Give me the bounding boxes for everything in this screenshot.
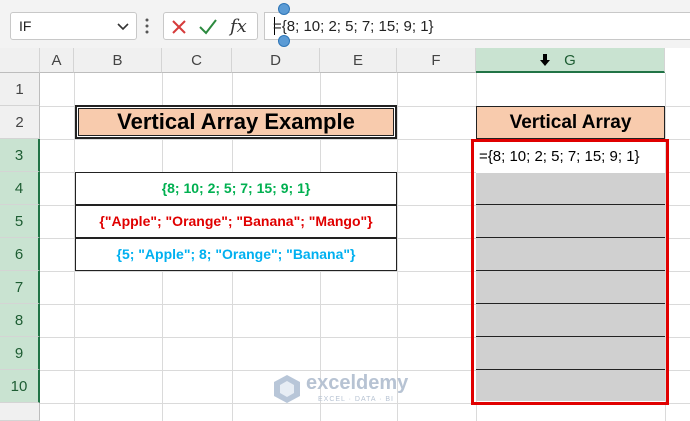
column-header-e[interactable]: E xyxy=(320,48,397,73)
formula-text: ={8; 10; 2; 5; 7; 15; 9; 1} xyxy=(273,18,434,35)
example-array-numbers[interactable]: {8; 10; 2; 5; 7; 15; 9; 1} xyxy=(75,172,397,205)
row-header-9[interactable]: 9 xyxy=(0,337,40,370)
title-cell[interactable]: Vertical Array Example xyxy=(75,105,397,139)
fx-button[interactable]: fx xyxy=(230,16,247,37)
arrow-down-icon xyxy=(540,54,550,66)
column-header-d[interactable]: D xyxy=(232,48,320,73)
check-icon[interactable] xyxy=(198,18,218,36)
more-options-icon[interactable] xyxy=(143,16,151,36)
column-header-b[interactable]: B xyxy=(74,48,162,73)
row-header-2[interactable]: 2 xyxy=(0,106,40,139)
row-header-8[interactable]: 8 xyxy=(0,304,40,337)
formula-buttons: fx xyxy=(163,12,258,40)
chevron-down-icon[interactable] xyxy=(116,21,130,33)
example-array-fruits[interactable]: {"Apple"; "Orange"; "Banana"; "Mango"} xyxy=(75,205,397,238)
selection-handle-top[interactable] xyxy=(278,3,290,15)
row-header-1[interactable]: 1 xyxy=(0,73,40,106)
select-all-corner[interactable] xyxy=(0,48,40,73)
formula-bar-area: IF fx ={8; 10; 2; 5; 7; 15; 9; 1} xyxy=(0,0,690,48)
row-header-7[interactable]: 7 xyxy=(0,271,40,304)
example-array-mixed[interactable]: {5; "Apple"; 8; "Orange"; "Banana"} xyxy=(75,238,397,271)
row-header-3[interactable]: 3 xyxy=(0,139,40,172)
name-box[interactable]: IF xyxy=(10,12,137,40)
vertical-array-header[interactable]: Vertical Array xyxy=(476,106,665,139)
column-g-label: G xyxy=(564,52,576,69)
name-box-value: IF xyxy=(19,18,32,34)
exceldemy-watermark: exceldemy EXCEL · DATA · BI xyxy=(272,372,422,406)
column-header-c[interactable]: C xyxy=(162,48,232,73)
watermark-tagline: EXCEL · DATA · BI xyxy=(318,396,394,403)
formula-input[interactable]: ={8; 10; 2; 5; 7; 15; 9; 1} xyxy=(264,12,690,40)
column-header-g[interactable]: G xyxy=(476,48,665,73)
watermark-name: exceldemy xyxy=(306,372,409,394)
selection-handle-bottom[interactable] xyxy=(278,35,290,47)
row-header-10[interactable]: 10 xyxy=(0,370,40,403)
highlight-box xyxy=(471,139,669,405)
gridline xyxy=(397,73,398,421)
column-header-a[interactable]: A xyxy=(40,48,74,73)
row-header-11[interactable] xyxy=(0,403,40,421)
row-header-5[interactable]: 5 xyxy=(0,205,40,238)
row-header-4[interactable]: 4 xyxy=(0,172,40,205)
column-header-f[interactable]: F xyxy=(397,48,476,73)
exceldemy-logo-icon xyxy=(274,375,300,403)
x-icon[interactable] xyxy=(170,18,188,36)
row-header-6[interactable]: 6 xyxy=(0,238,40,271)
